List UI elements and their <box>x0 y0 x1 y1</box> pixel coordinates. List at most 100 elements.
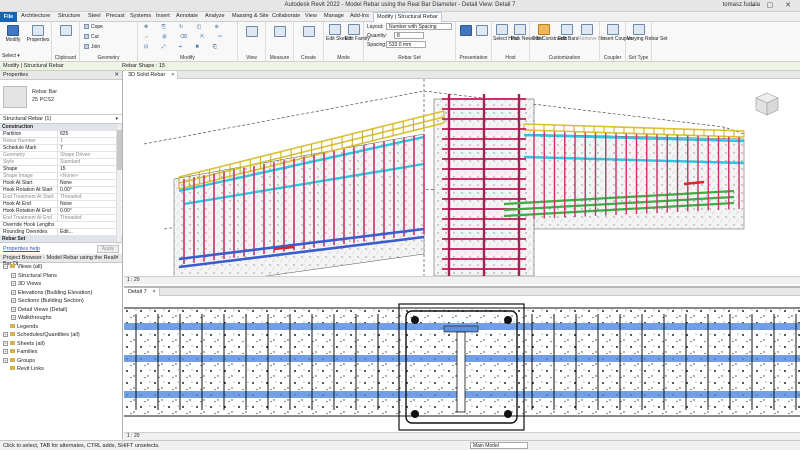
tab-detail-7[interactable]: Detail 7 × <box>124 288 160 296</box>
browser-item[interactable]: + Schedules/Quantities (all) <box>0 331 122 340</box>
tab-manage[interactable]: Manage <box>324 13 344 19</box>
close-icon[interactable]: ✕ <box>114 72 119 78</box>
modify-tools-row3[interactable]: ⊟ ⤢ ⌖ ✖ ⎗ <box>144 44 223 50</box>
cut-button[interactable]: Cut <box>84 34 99 40</box>
property-value[interactable]: Threaded <box>57 194 114 201</box>
property-value[interactable]: Edit... <box>57 229 114 236</box>
property-row[interactable]: Shape 15 <box>0 166 122 173</box>
property-group[interactable]: Construction <box>0 124 122 131</box>
expand-toggle-icon[interactable]: + <box>11 289 16 295</box>
tab-architecture[interactable]: Architecture <box>21 13 50 19</box>
property-row[interactable]: Hook At End None <box>0 201 122 208</box>
browser-item[interactable]: + Sections (Building Section) <box>0 297 122 306</box>
tab-modify-structural-rebar[interactable]: Modify | Structural Rebar <box>373 12 442 22</box>
view-scale-detail[interactable]: 1 : 20 <box>127 433 140 439</box>
active-workset-select[interactable]: Main Model <box>470 442 528 449</box>
property-row[interactable]: Rebar Number 1 <box>0 138 122 145</box>
tab-annotate[interactable]: Annotate <box>176 13 198 19</box>
scroll-thumb[interactable] <box>117 130 122 170</box>
modify-tools-row1[interactable]: ✥ ⎘ ↻ ◫ ⊕ <box>144 24 225 30</box>
cope-button[interactable]: Cope <box>84 24 103 30</box>
expand-toggle-icon[interactable]: + <box>3 340 8 346</box>
property-value[interactable]: 15 <box>57 166 114 173</box>
property-row[interactable]: End Treatment At End Threaded <box>0 215 122 222</box>
spacing-input[interactable]: 533.0 mm <box>386 41 426 48</box>
view-cube[interactable] <box>754 91 780 117</box>
property-value[interactable]: <None> <box>57 173 114 180</box>
browser-item[interactable]: +3D Views <box>0 280 122 289</box>
tab-collaborate[interactable]: Collaborate <box>272 13 300 19</box>
measure-button[interactable] <box>273 26 287 38</box>
property-row[interactable]: Rounding Overrides Edit... <box>0 229 122 236</box>
close-icon[interactable]: × <box>171 71 174 79</box>
select-dropdown[interactable]: Select ▾ <box>2 53 20 59</box>
apply-button[interactable]: Apply <box>97 245 119 253</box>
create-button[interactable] <box>302 26 316 38</box>
remove-bar-button[interactable]: Remove Bar <box>578 24 606 42</box>
tab-file[interactable]: File <box>0 12 17 22</box>
properties-button[interactable]: Properties <box>26 25 50 43</box>
tab-steel[interactable]: Steel <box>88 13 101 19</box>
join-button[interactable]: Join <box>84 44 100 50</box>
tab-massing-site[interactable]: Massing & Site <box>232 13 269 19</box>
property-value[interactable]: Shape Driven <box>57 152 114 159</box>
expand-toggle-icon[interactable]: + <box>11 298 16 303</box>
expand-toggle-icon[interactable]: + <box>3 332 8 337</box>
browser-item[interactable]: − Views (all) <box>0 263 122 272</box>
property-value[interactable]: 0.00° <box>57 187 114 194</box>
edit-bars-button[interactable]: Edit Bars <box>558 24 578 42</box>
property-row[interactable]: Style Standard <box>0 159 122 166</box>
property-row[interactable]: Hook At Start None <box>0 180 122 187</box>
properties-scrollbar[interactable] <box>116 124 122 244</box>
view-scale[interactable]: 1 : 20 <box>127 277 140 283</box>
tab-systems[interactable]: Systems <box>130 13 151 19</box>
rebar-shape-selector[interactable]: Rebar Shape : 15 <box>122 63 165 69</box>
expand-toggle-icon[interactable]: + <box>3 357 8 363</box>
property-row[interactable]: Override Hook Lengths <box>0 222 122 229</box>
property-row[interactable]: Partition 825 <box>0 131 122 138</box>
tab-insert[interactable]: Insert <box>156 13 170 19</box>
insert-coupler-button[interactable]: Insert Coupler <box>601 24 632 42</box>
property-value[interactable]: None <box>57 180 114 187</box>
expand-toggle-icon[interactable]: + <box>3 349 8 354</box>
expand-toggle-icon[interactable]: + <box>11 281 16 286</box>
property-value[interactable]: 0.00° <box>57 208 114 215</box>
property-value[interactable]: 825 <box>57 131 114 138</box>
rebar-detail-canvas[interactable] <box>124 296 800 434</box>
paste-button[interactable] <box>58 25 74 37</box>
browser-item[interactable]: Legends <box>0 323 122 332</box>
view-detail-7[interactable]: Detail 7 × 1 : 20 <box>124 286 800 440</box>
presentation-button-2[interactable] <box>475 25 489 37</box>
property-value[interactable]: Standard <box>57 159 114 166</box>
layout-select[interactable]: Number with Spacing <box>386 23 452 30</box>
presentation-button-1[interactable] <box>459 25 473 37</box>
properties-help-link[interactable]: Properties help <box>3 246 40 252</box>
view-3d-solid-rebar[interactable]: 3D Solid Rebar × 1: 20 <box>124 71 800 284</box>
tab-analyze[interactable]: Analyze <box>205 13 225 19</box>
type-selector[interactable]: Rebar Bar 25 PCS2 <box>0 80 122 115</box>
property-row[interactable]: Schedule Mark 7 <box>0 145 122 152</box>
edit-sketch-button[interactable]: Edit Sketch <box>326 24 351 42</box>
cube-icon[interactable] <box>754 91 780 117</box>
modify-button[interactable]: Modify <box>3 25 23 43</box>
varying-rebar-set-button[interactable]: Varying Rebar Set <box>627 24 667 42</box>
pick-new-host-button[interactable]: Pick New Host <box>511 24 544 42</box>
view-tools-button[interactable] <box>245 26 259 38</box>
tab-view[interactable]: View <box>305 13 317 19</box>
browser-item[interactable]: + Walkthroughs <box>0 314 122 323</box>
property-value[interactable]: Threaded <box>57 215 114 222</box>
instance-filter[interactable]: Structural Rebar (1) ▾ <box>0 115 122 124</box>
browser-item[interactable]: + Families <box>0 348 122 357</box>
close-icon[interactable]: ✕ <box>114 255 119 261</box>
browser-item[interactable]: + Detail Views (Detail) <box>0 306 122 315</box>
expand-toggle-icon[interactable]: + <box>11 315 16 320</box>
browser-item[interactable]: Revit Links <box>0 365 122 374</box>
property-row[interactable]: Hook Rotation At End 0.00° <box>0 208 122 215</box>
tab-precast[interactable]: Precast <box>106 13 125 19</box>
browser-item[interactable]: + Elevations (Building Elevation) <box>0 289 122 298</box>
property-value[interactable]: 7 <box>57 145 114 152</box>
edit-constraints-button[interactable]: Edit Constraints <box>532 24 567 42</box>
expand-toggle-icon[interactable]: + <box>11 306 16 312</box>
tab-add-ins[interactable]: Add-Ins <box>350 13 369 19</box>
property-value[interactable]: 1 <box>57 138 114 145</box>
